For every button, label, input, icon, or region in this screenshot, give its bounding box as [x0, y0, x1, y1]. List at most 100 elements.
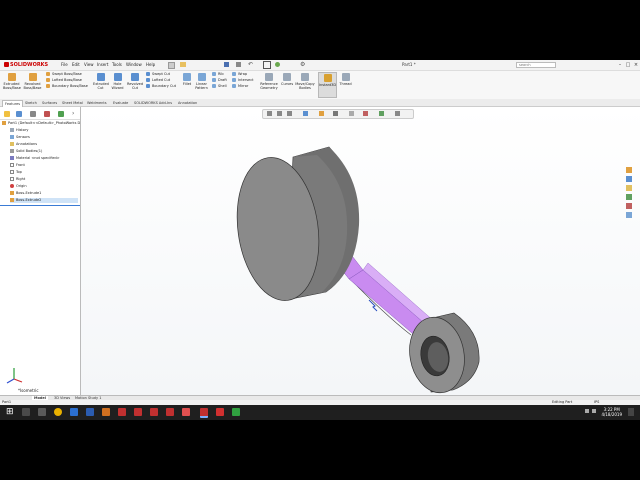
solidworks-logo[interactable]: SOLIDWORKS: [4, 61, 48, 69]
system-clock[interactable]: 3:22 PM 4/18/2019: [601, 407, 622, 417]
instant3d-button[interactable]: Instant3D: [318, 72, 337, 98]
property-manager-icon[interactable]: [30, 111, 36, 117]
revolved-cut-button[interactable]: Revolved Cut: [127, 73, 143, 90]
reference-geometry-button[interactable]: Reference Geometry: [258, 73, 280, 90]
word-icon[interactable]: [86, 408, 94, 416]
mirror-button[interactable]: Mirror: [232, 84, 248, 89]
tab-evaluate[interactable]: Evaluate: [111, 100, 130, 106]
menu-view[interactable]: View: [84, 62, 94, 67]
tab-weldments[interactable]: Weldments: [85, 100, 109, 106]
tab-annotation[interactable]: Annotation: [176, 100, 199, 106]
resources-icon[interactable]: [626, 167, 632, 173]
shell-button[interactable]: Shell: [212, 84, 227, 89]
view-palette-icon[interactable]: [626, 194, 632, 200]
filter-icon[interactable]: [4, 111, 10, 117]
design-library-icon[interactable]: [626, 176, 632, 182]
tree-node-top-plane[interactable]: Top: [10, 170, 22, 175]
menu-window[interactable]: Window: [126, 62, 142, 67]
graphics-area[interactable]: [81, 107, 640, 395]
tab-surfaces[interactable]: Surfaces: [40, 100, 59, 106]
tab-sketch[interactable]: Sketch: [23, 100, 39, 106]
tree-node-boss-extrude1[interactable]: Boss-Extrude1: [10, 191, 41, 196]
extruded-boss-button[interactable]: Extruded Boss/Base: [3, 73, 21, 90]
curves-button[interactable]: Curves: [281, 73, 293, 86]
custom-properties-icon[interactable]: [626, 212, 632, 218]
chevron-right-icon[interactable]: ›: [72, 110, 74, 117]
rollback-bar[interactable]: [0, 205, 80, 206]
boundary-boss-button[interactable]: Boundary Boss/Base: [46, 84, 88, 89]
app-icon[interactable]: [182, 408, 190, 416]
solidworks-active-icon[interactable]: [200, 408, 208, 418]
windows-start-icon[interactable]: ⊞: [6, 407, 14, 417]
rib-button[interactable]: Rib: [212, 72, 224, 77]
task-view-icon[interactable]: [38, 408, 46, 416]
menu-tools[interactable]: Tools: [112, 62, 122, 67]
maximize-icon[interactable]: □: [624, 61, 632, 69]
configuration-manager-icon[interactable]: [44, 111, 50, 117]
swept-cut-button[interactable]: Swept Cut: [146, 72, 170, 77]
wrap-button[interactable]: Wrap: [232, 72, 247, 77]
part-model[interactable]: [81, 107, 640, 395]
save-icon[interactable]: [224, 62, 229, 67]
close-icon[interactable]: ×: [632, 61, 640, 69]
lofted-cut-button[interactable]: Lofted Cut: [146, 78, 170, 83]
lofted-boss-button[interactable]: Lofted Boss/Base: [46, 78, 82, 83]
file-explorer-icon[interactable]: [626, 185, 632, 191]
new-document-icon[interactable]: [168, 62, 175, 69]
print-icon[interactable]: [236, 62, 241, 67]
tree-node-sensors[interactable]: Sensors: [10, 135, 30, 140]
command-tabs: Features Sketch Surfaces Sheet Metal Wel…: [0, 99, 640, 107]
boundary-cut-button[interactable]: Boundary Cut: [146, 84, 176, 89]
extruded-cut-button[interactable]: Extruded Cut: [93, 73, 109, 90]
tree-node-annotations[interactable]: Annotations: [10, 142, 37, 147]
tree-node-solid-bodies[interactable]: Solid Bodies(1): [10, 149, 42, 154]
menu-help[interactable]: Help: [146, 62, 155, 67]
volume-icon[interactable]: [592, 409, 596, 413]
app-icon[interactable]: [216, 408, 224, 416]
search-input[interactable]: [516, 62, 556, 68]
select-icon[interactable]: [263, 61, 271, 69]
feature-manager-icon[interactable]: [16, 111, 22, 117]
chrome-icon[interactable]: [54, 408, 62, 416]
display-manager-icon[interactable]: [58, 111, 64, 117]
solidworks-taskbar-icon[interactable]: [166, 408, 174, 416]
minimize-icon[interactable]: –: [616, 61, 624, 69]
draft-button[interactable]: Draft: [212, 78, 227, 83]
outlook-icon[interactable]: [70, 408, 78, 416]
app-icon[interactable]: [102, 408, 110, 416]
move-copy-bodies-button[interactable]: Move/Copy Bodies: [294, 73, 316, 90]
tree-node-material[interactable]: Material <not specified>: [10, 156, 60, 161]
solidworks-taskbar-icon[interactable]: [150, 408, 158, 416]
tab-addins[interactable]: SOLIDWORKS Add-Ins: [132, 100, 174, 106]
tree-root[interactable]: Part1 (Default<<Default>_PhotoWorks D: [2, 121, 80, 126]
network-icon[interactable]: [585, 409, 589, 413]
options-icon[interactable]: ⚙: [300, 61, 305, 68]
tab-sheet-metal[interactable]: Sheet Metal: [60, 100, 85, 106]
intersect-button[interactable]: Intersect: [232, 78, 254, 83]
solidworks-taskbar-icon[interactable]: [118, 408, 126, 416]
fillet-button[interactable]: Fillet: [181, 73, 193, 86]
open-icon[interactable]: [180, 62, 186, 67]
tree-node-history[interactable]: History: [10, 128, 28, 133]
undo-icon[interactable]: ↶: [248, 61, 253, 68]
swept-boss-button[interactable]: Swept Boss/Base: [46, 72, 82, 77]
rebuild-icon[interactable]: [275, 62, 280, 67]
linear-pattern-button[interactable]: Linear Pattern: [194, 73, 209, 90]
notifications-icon[interactable]: [628, 408, 634, 416]
annotations-icon: [10, 142, 14, 146]
menu-file[interactable]: File: [61, 62, 68, 67]
search-icon[interactable]: [22, 408, 30, 416]
tree-node-front-plane[interactable]: Front: [10, 163, 25, 168]
tree-node-origin[interactable]: Origin: [10, 184, 27, 189]
camtasia-icon[interactable]: [232, 408, 240, 416]
menu-edit[interactable]: Edit: [72, 62, 80, 67]
tab-features[interactable]: Features: [2, 100, 24, 107]
tree-node-boss-extrude2[interactable]: Boss-Extrude2: [10, 198, 78, 203]
appearances-icon[interactable]: [626, 203, 632, 209]
menu-insert[interactable]: Insert: [97, 62, 108, 67]
thread-button[interactable]: Thread: [339, 73, 352, 86]
tree-node-right-plane[interactable]: Right: [10, 177, 25, 182]
revolved-boss-button[interactable]: Revolved Boss/Base: [23, 73, 42, 90]
solidworks-taskbar-icon[interactable]: [134, 408, 142, 416]
hole-wizard-button[interactable]: Hole Wizard: [110, 73, 125, 90]
